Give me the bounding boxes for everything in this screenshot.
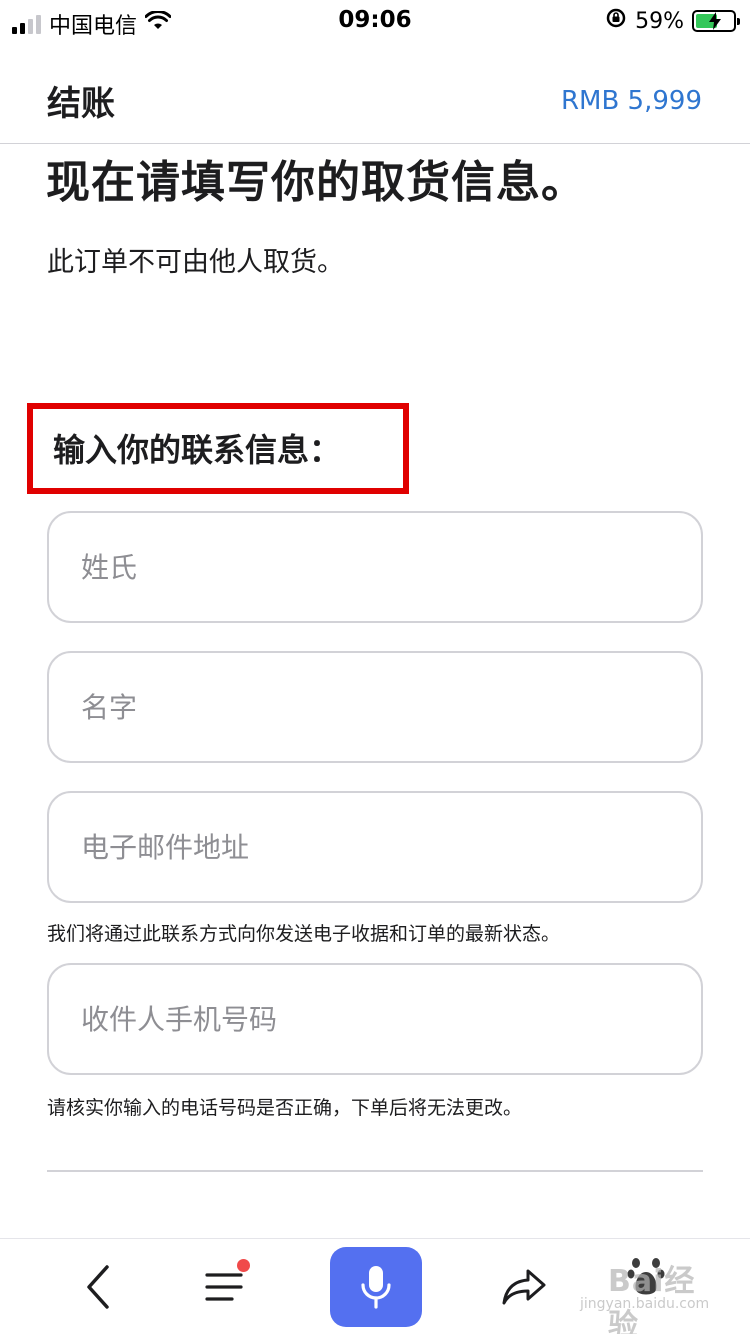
section-divider	[47, 1170, 703, 1172]
microphone-icon	[361, 1266, 391, 1309]
page-title: 结账	[47, 84, 115, 124]
menu-button[interactable]	[184, 1247, 264, 1327]
pickup-headline: 现在请填写你的取货信息。	[46, 157, 586, 208]
last-name-input[interactable]	[47, 511, 703, 623]
phone-input[interactable]	[47, 963, 703, 1075]
contact-section-title: 输入你的联系信息：	[53, 431, 342, 469]
back-icon	[87, 1265, 109, 1309]
status-bar: 中国电信 09:06 59%	[0, 0, 750, 44]
watermark-url: jingyan.baidu.com	[580, 1296, 710, 1312]
watermark-text: Bai经验	[608, 1264, 696, 1334]
orientation-lock-icon	[605, 7, 627, 35]
pickup-subtext: 此订单不可由他人取货。	[47, 247, 344, 278]
highlight-box: 输入你的联系信息：	[27, 403, 409, 494]
checkout-page: 中国电信 09:06 59% 结账 RMB 5,999 现在请填写你的取货信息。…	[0, 0, 750, 1334]
menu-icon	[205, 1273, 243, 1301]
notification-dot	[237, 1259, 250, 1272]
share-button[interactable]	[484, 1247, 564, 1327]
order-total-price[interactable]: RMB 5,999	[561, 86, 702, 116]
back-button[interactable]	[58, 1247, 138, 1327]
charging-bolt-icon	[709, 12, 721, 30]
checkout-header: 结账 RMB 5,999	[0, 56, 750, 144]
status-right: 59%	[605, 7, 740, 35]
battery-icon	[692, 10, 740, 32]
baidu-jingyan-watermark: Bai经验 jingyan.baidu.com	[572, 1248, 722, 1334]
voice-input-button[interactable]	[330, 1247, 422, 1327]
share-icon	[502, 1269, 546, 1305]
email-input[interactable]	[47, 791, 703, 903]
battery-percent: 59%	[635, 8, 684, 34]
email-hint: 我们将通过此联系方式向你发送电子收据和订单的最新状态。	[47, 923, 561, 945]
first-name-input[interactable]	[47, 651, 703, 763]
phone-hint: 请核实你输入的电话号码是否正确，下单后将无法更改。	[47, 1097, 523, 1119]
